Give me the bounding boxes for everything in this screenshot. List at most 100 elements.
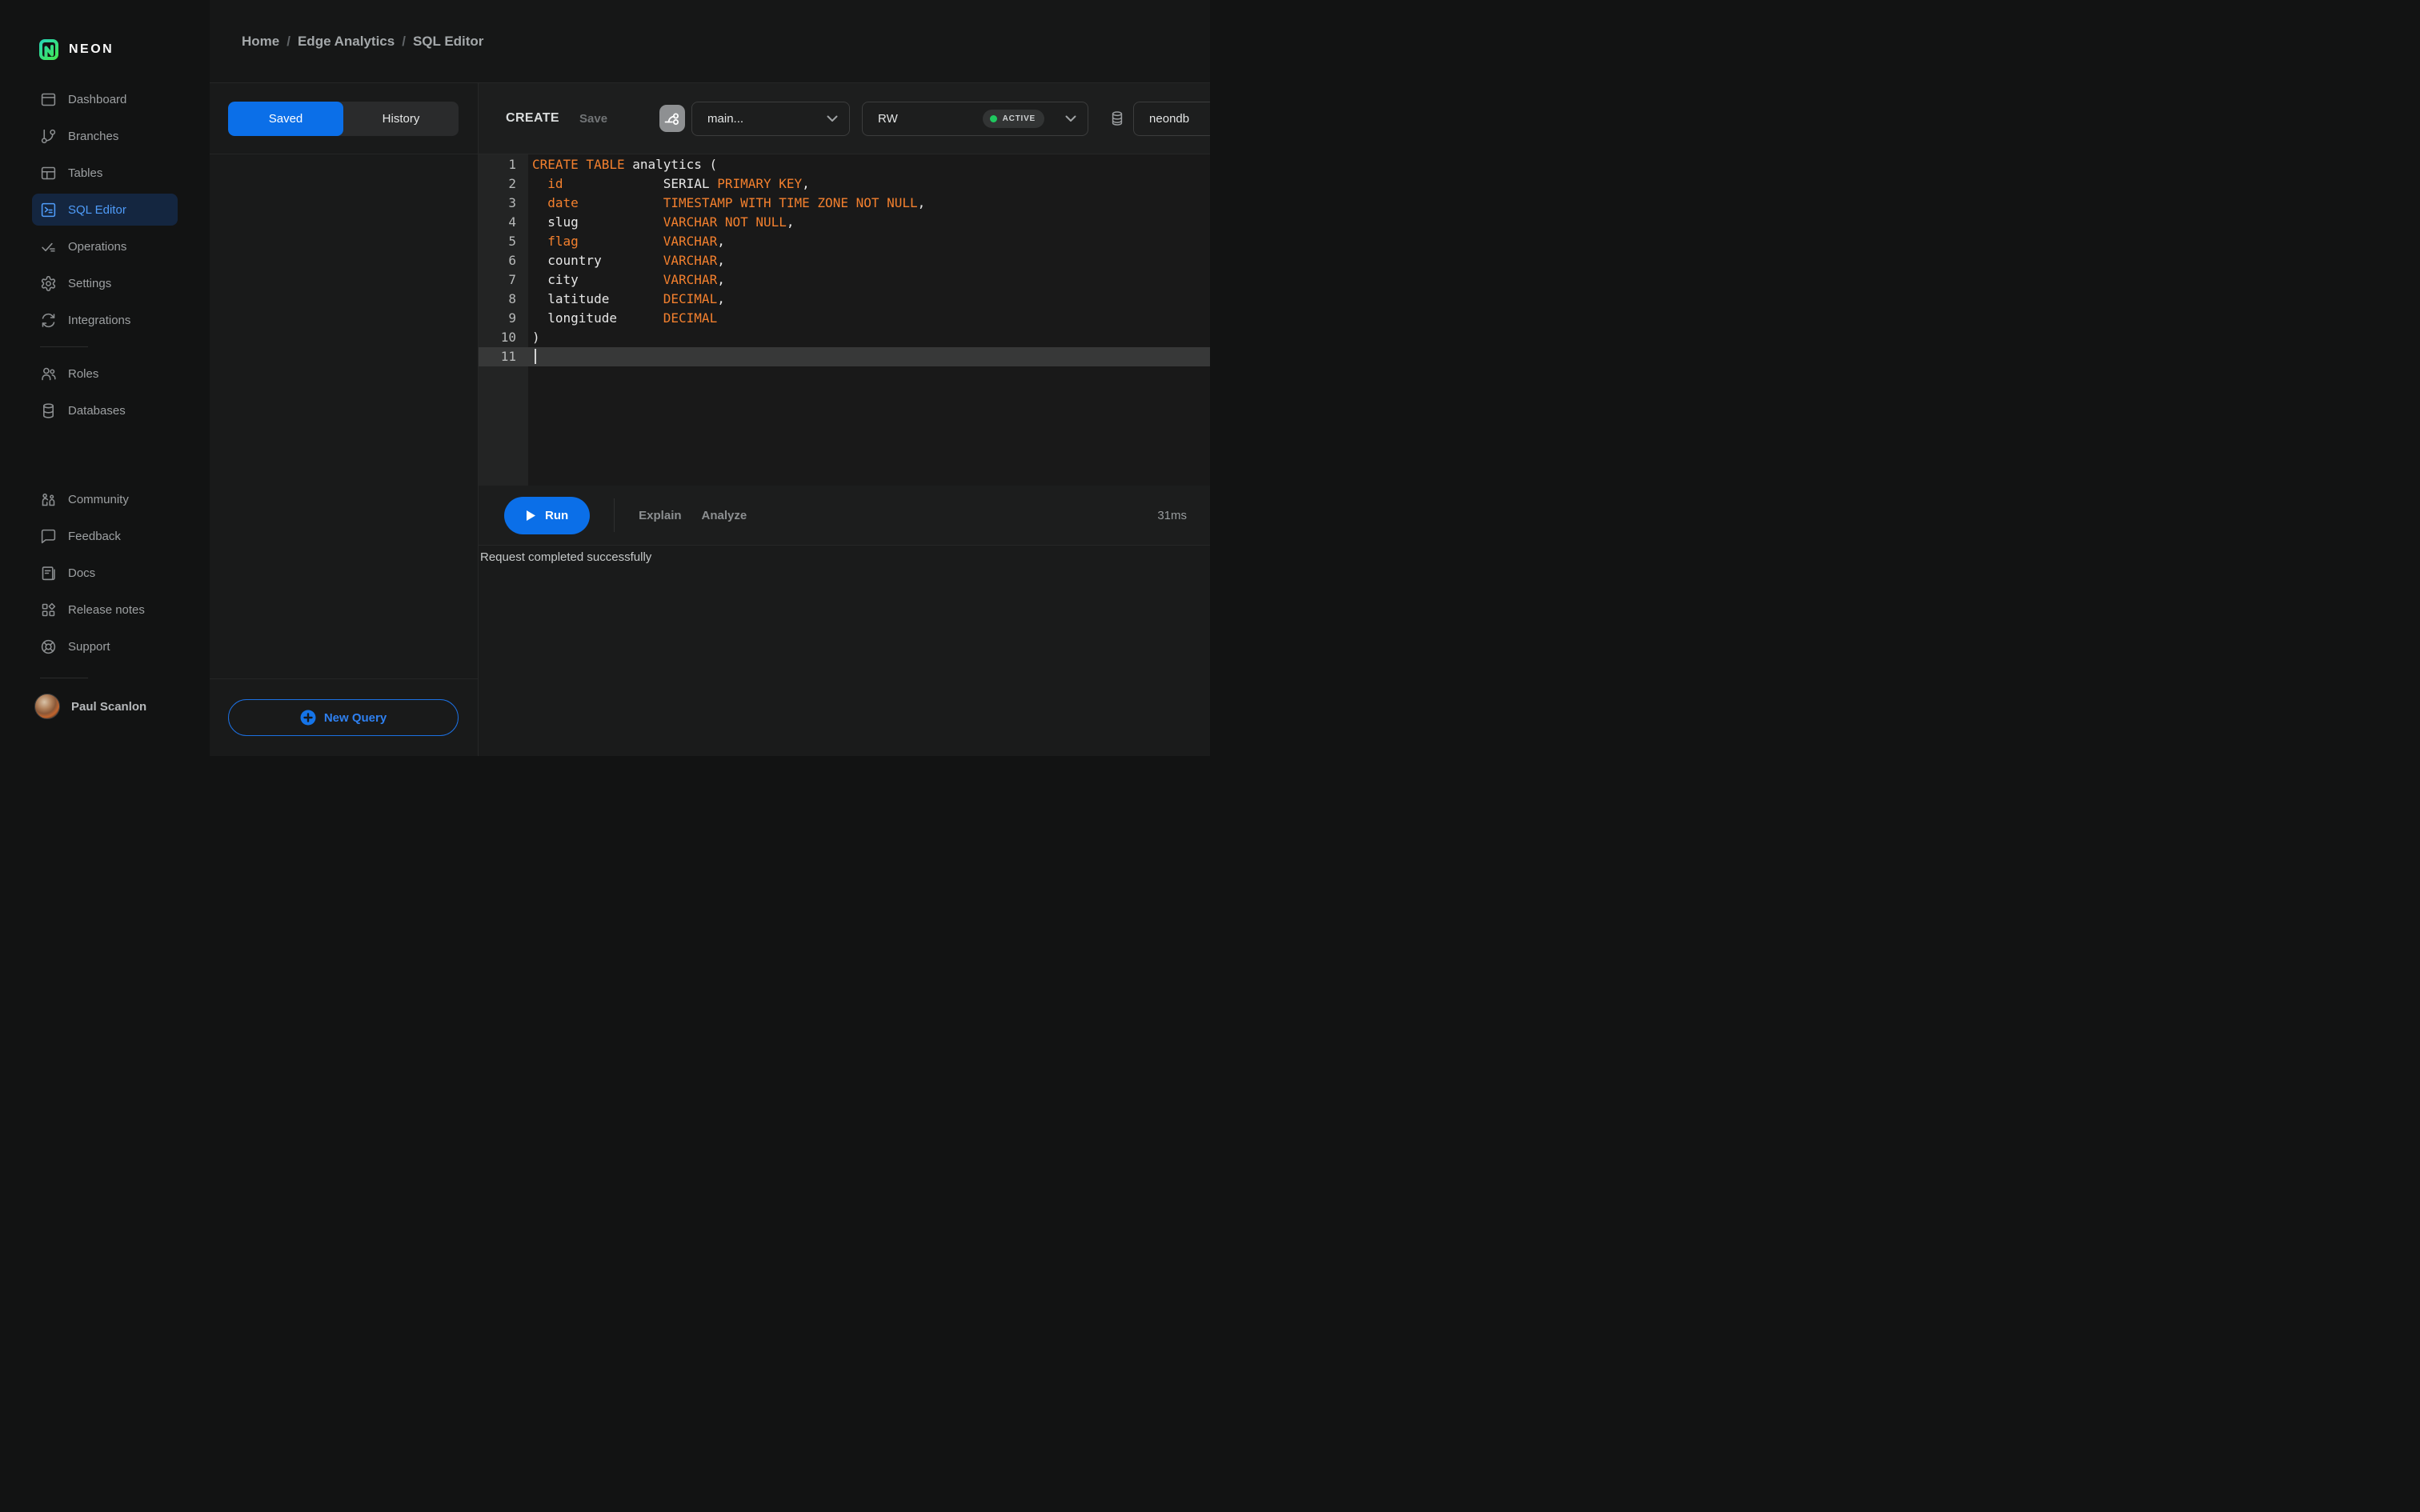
run-toolbar-divider [614, 498, 615, 532]
operations-icon [40, 238, 57, 255]
sidebar-item-settings[interactable]: Settings [32, 265, 178, 302]
sidebar-item-label: Integrations [68, 313, 131, 327]
sidebar-item-sql-editor[interactable]: SQL Editor [32, 194, 178, 226]
sidebar-item-label: Roles [68, 366, 99, 381]
sidebar-item-tables[interactable]: Tables [32, 154, 178, 191]
line-number: 5 [508, 234, 516, 249]
integrations-icon [40, 312, 57, 329]
saved-queries-panel: Saved History New Query [210, 83, 479, 756]
community-icon [40, 491, 57, 508]
code-line-10[interactable]: 10) [479, 328, 1210, 347]
sidebar-item-integrations[interactable]: Integrations [32, 302, 178, 338]
database-icon [1109, 110, 1125, 126]
sidebar-item-operations[interactable]: Operations [32, 228, 178, 265]
sidebar-divider [40, 346, 88, 347]
sidebar-item-label: SQL Editor [68, 202, 126, 217]
breadcrumb-item-home[interactable]: Home [242, 34, 279, 50]
code-text [528, 347, 536, 366]
sidebar-item-release-notes[interactable]: Release notes [32, 591, 178, 628]
active-dot-icon [989, 114, 997, 122]
code-line-11[interactable]: 11 [479, 347, 1210, 366]
code-line-7[interactable]: 7 city VARCHAR, [479, 270, 1210, 290]
sidebar-item-label: Support [68, 639, 110, 654]
sidebar-nav-secondary: Roles Databases [0, 355, 210, 429]
sidebar-item-label: Community [68, 492, 129, 506]
query-title: CREATE [506, 111, 559, 125]
code-line-9[interactable]: 9 longitude DECIMAL [479, 309, 1210, 328]
sql-editor-icon [40, 202, 57, 218]
tab-saved[interactable]: Saved [228, 101, 343, 136]
sidebar-item-roles[interactable]: Roles [32, 355, 178, 392]
queries-tab-switcher: Saved History [228, 101, 459, 136]
line-number: 8 [508, 291, 516, 306]
sidebar-item-branches[interactable]: Branches [32, 118, 178, 154]
line-number: 4 [508, 214, 516, 230]
code-text: slug VARCHAR NOT NULL, [532, 214, 795, 230]
code-line-4[interactable]: 4 slug VARCHAR NOT NULL, [479, 213, 1210, 232]
roles-icon [40, 366, 57, 382]
breadcrumb-item-edge-analytics[interactable]: Edge Analytics [298, 34, 395, 50]
line-number: 11 [500, 349, 516, 364]
status-badge: ACTIVE [982, 109, 1045, 128]
sidebar-item-support[interactable]: Support [32, 628, 178, 665]
editor-toolbar: CREATE Save main... RW ACTIVE neondb [479, 83, 1210, 154]
branch-select-value: main... [707, 111, 744, 126]
explain-button[interactable]: Explain [639, 509, 681, 522]
queries-tabs-area: Saved History [210, 83, 478, 154]
brand-logo[interactable]: NEON [0, 0, 210, 81]
sql-editor-pane: CREATE Save main... RW ACTIVE neondb 1 C… [479, 83, 1210, 756]
app-window: NEON Dashboard Branches Tables SQL Editor Op… [0, 0, 1210, 756]
branch-compute-button[interactable] [659, 105, 686, 132]
line-number: 9 [508, 310, 516, 326]
code-text: country VARCHAR, [532, 253, 725, 268]
sidebar-item-docs[interactable]: Docs [32, 554, 178, 591]
code-text: id SERIAL PRIMARY KEY, [547, 176, 810, 191]
breadcrumb-separator: / [402, 33, 406, 49]
breadcrumb-item-sql-editor[interactable]: SQL Editor [413, 34, 483, 50]
code-line-1[interactable]: 1 CREATE TABLE analytics ( [479, 155, 1210, 174]
run-button[interactable]: Run [504, 496, 591, 534]
code-text: date TIMESTAMP WITH TIME ZONE NOT NULL, [547, 195, 926, 210]
code-text: city VARCHAR, [532, 272, 725, 287]
sidebar-item-label: Operations [68, 239, 127, 254]
line-number: 2 [508, 176, 516, 191]
new-query-button[interactable]: New Query [228, 699, 459, 736]
databases-icon [40, 402, 57, 419]
code-text: latitude DECIMAL, [532, 291, 725, 306]
code-line-8[interactable]: 8 latitude DECIMAL, [479, 290, 1210, 309]
status-badge-label: ACTIVE [1002, 114, 1036, 123]
chevron-down-icon [1065, 115, 1076, 122]
sidebar-nav-primary: Dashboard Branches Tables SQL Editor Operati… [0, 81, 210, 338]
settings-icon [40, 275, 57, 292]
sidebar-item-dashboard[interactable]: Dashboard [32, 81, 178, 118]
compute-select-value: RW [878, 111, 898, 126]
compute-select[interactable]: RW ACTIVE [862, 101, 1089, 136]
docs-icon [40, 565, 57, 582]
code-line-3[interactable]: 3 date TIMESTAMP WITH TIME ZONE NOT NULL… [479, 194, 1210, 213]
code-editor[interactable]: 1 CREATE TABLE analytics (2 id SERIAL PRI… [479, 154, 1210, 486]
plus-circle-icon [300, 710, 316, 726]
code-line-5[interactable]: 5 flag VARCHAR, [479, 232, 1210, 251]
breadcrumb: Home / Edge Analytics / SQL Editor [242, 34, 483, 50]
branches-icon [40, 128, 57, 145]
chevron-down-icon [827, 115, 838, 122]
code-line-2[interactable]: 2 id SERIAL PRIMARY KEY, [479, 174, 1210, 194]
user-menu[interactable]: Paul Scanlon [0, 678, 210, 734]
sidebar-item-community[interactable]: Community [32, 481, 178, 518]
support-icon [40, 638, 57, 655]
sidebar-item-feedback[interactable]: Feedback [32, 518, 178, 554]
tab-history[interactable]: History [343, 102, 459, 136]
user-name: Paul Scanlon [71, 699, 147, 714]
sidebar-item-databases[interactable]: Databases [32, 392, 178, 429]
analyze-button[interactable]: Analyze [702, 509, 747, 522]
code-line-6[interactable]: 6 country VARCHAR, [479, 251, 1210, 270]
save-button[interactable]: Save [579, 112, 607, 126]
results-area [479, 568, 1210, 756]
branch-select[interactable]: main... [691, 101, 851, 136]
saved-queries-list[interactable] [210, 154, 478, 678]
tables-icon [40, 165, 57, 182]
query-duration: 31ms [1157, 508, 1187, 522]
sidebar-item-label: Dashboard [68, 92, 127, 106]
database-select[interactable]: neondb [1133, 101, 1210, 136]
